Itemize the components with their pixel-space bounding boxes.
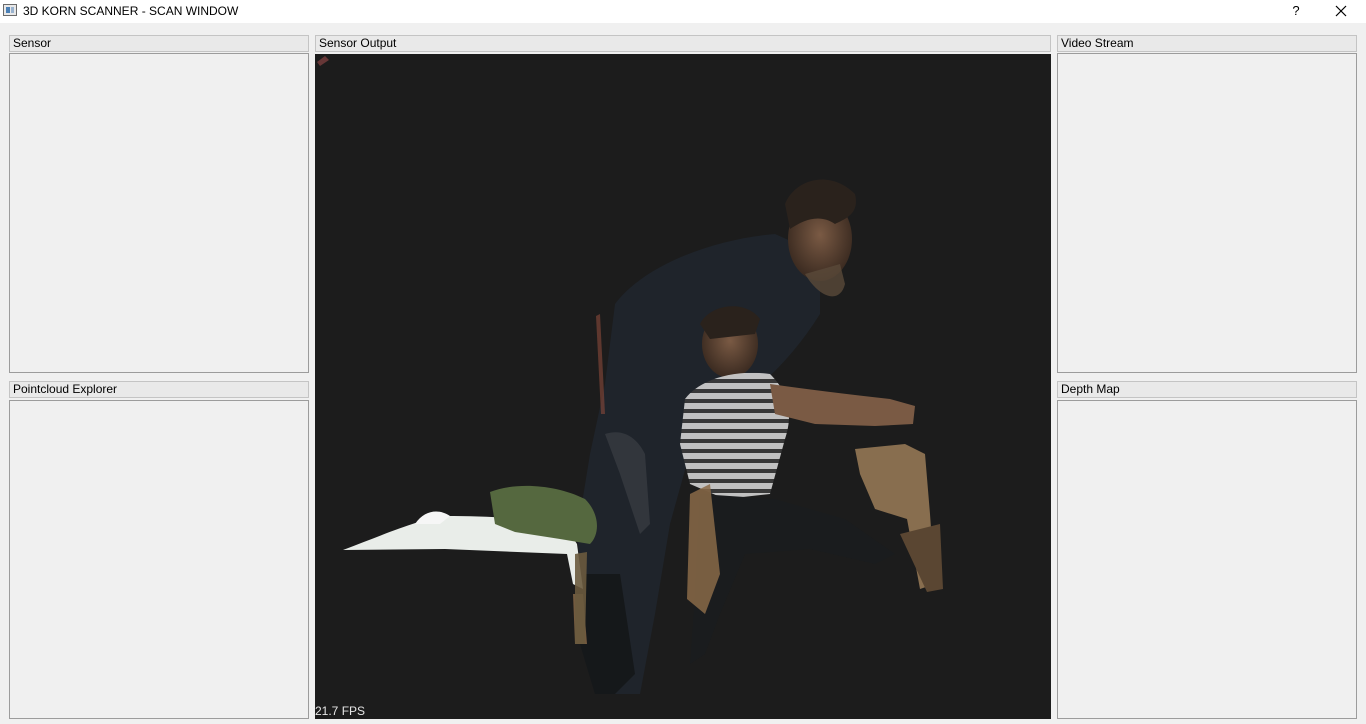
pointcloud-explorer-header: Pointcloud Explorer <box>9 381 309 398</box>
sensor-output-header: Sensor Output <box>315 35 1051 52</box>
depth-map-header: Depth Map <box>1057 381 1357 398</box>
pointcloud-render <box>317 56 943 694</box>
close-icon <box>1335 5 1347 17</box>
video-stream-header: Video Stream <box>1057 35 1357 52</box>
window-title: 3D KORN SCANNER - SCAN WINDOW <box>23 4 239 18</box>
app-window-icon[interactable] <box>3 4 17 16</box>
video-stream-panel <box>1057 53 1357 373</box>
sensor-panel-header: Sensor <box>9 35 309 52</box>
sensor-output-viewport[interactable]: 21.7 FPS <box>315 54 1051 719</box>
pointcloud-explorer-panel <box>9 400 309 719</box>
title-bar: 3D KORN SCANNER - SCAN WINDOW ? <box>0 0 1366 23</box>
help-button[interactable]: ? <box>1282 0 1310 22</box>
depth-map-panel <box>1057 400 1357 719</box>
fps-counter: 21.7 FPS <box>315 704 366 718</box>
sensor-panel <box>9 53 309 373</box>
close-button[interactable] <box>1326 0 1356 22</box>
